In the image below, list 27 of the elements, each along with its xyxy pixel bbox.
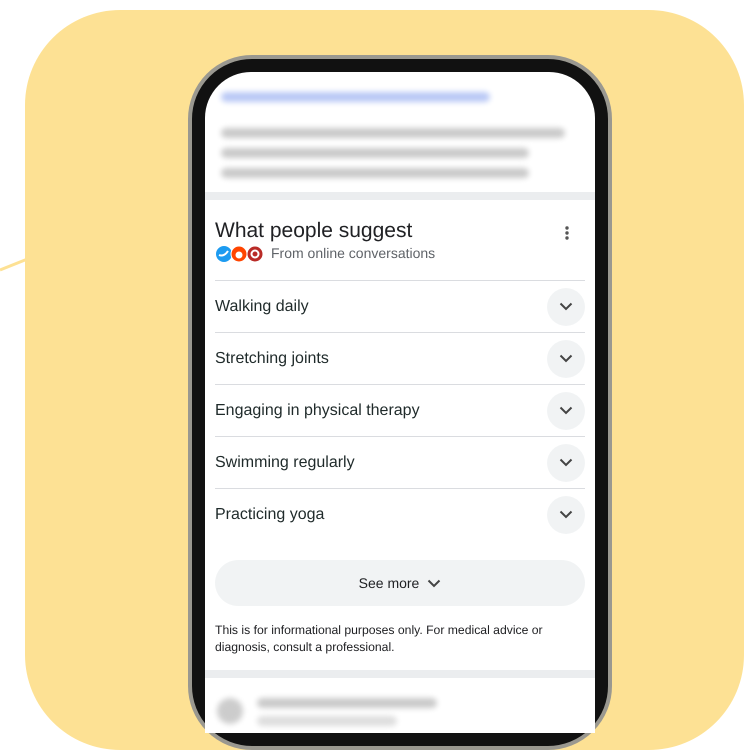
suggestion-label: Stretching joints xyxy=(215,348,329,369)
chevron-icon xyxy=(559,406,573,416)
suggestion-label: Engaging in physical therapy xyxy=(215,400,420,421)
suggestion-label: Swimming regularly xyxy=(215,452,355,473)
expand-button[interactable] xyxy=(547,496,585,534)
expand-button[interactable] xyxy=(547,444,585,482)
suggestion-label: Walking daily xyxy=(215,296,309,317)
expand-button[interactable] xyxy=(547,340,585,378)
see-more-button[interactable]: See more xyxy=(215,560,585,606)
expand-button[interactable] xyxy=(547,288,585,326)
chevron-icon xyxy=(427,578,442,588)
suggestion-row[interactable]: Swimming regularly xyxy=(215,436,585,488)
suggestion-row[interactable]: Stretching joints xyxy=(215,332,585,384)
suggestion-row[interactable]: Engaging in physical therapy xyxy=(215,384,585,436)
suggestion-row[interactable]: Walking daily xyxy=(215,280,585,332)
chevron-icon xyxy=(559,354,573,364)
suggestion-label: Practicing yoga xyxy=(215,504,324,525)
more-options-icon[interactable] xyxy=(565,226,569,240)
chevron-icon xyxy=(559,302,573,312)
suggestion-row[interactable]: Practicing yoga xyxy=(215,488,585,540)
card-title: What people suggest xyxy=(215,218,412,244)
disclaimer-text: This is for informational purposes only. For medical advice or diagnosis, consult a professional. xyxy=(215,622,544,656)
expand-button[interactable] xyxy=(547,392,585,430)
blurred-favicon xyxy=(217,698,243,724)
source-text: From online conversations xyxy=(271,244,436,264)
chevron-icon xyxy=(559,458,573,468)
chevron-icon xyxy=(559,510,573,520)
